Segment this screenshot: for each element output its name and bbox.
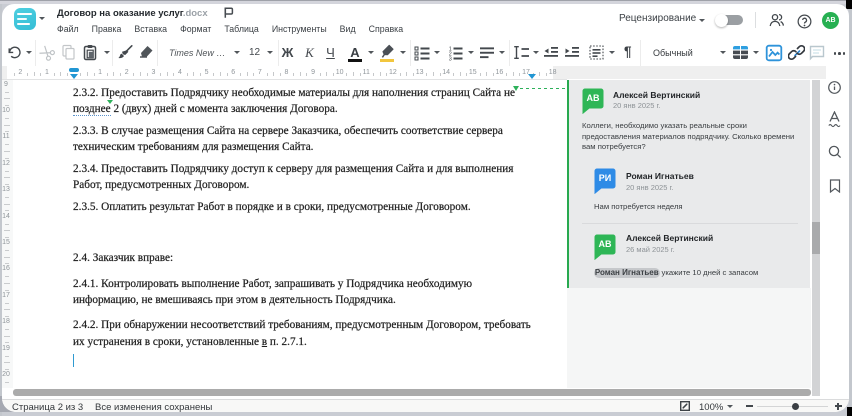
- svg-text:АВ: АВ: [587, 93, 600, 103]
- svg-text:3: 3: [449, 57, 452, 62]
- svg-text:РИ: РИ: [599, 173, 611, 183]
- svg-text:АВ: АВ: [599, 239, 612, 249]
